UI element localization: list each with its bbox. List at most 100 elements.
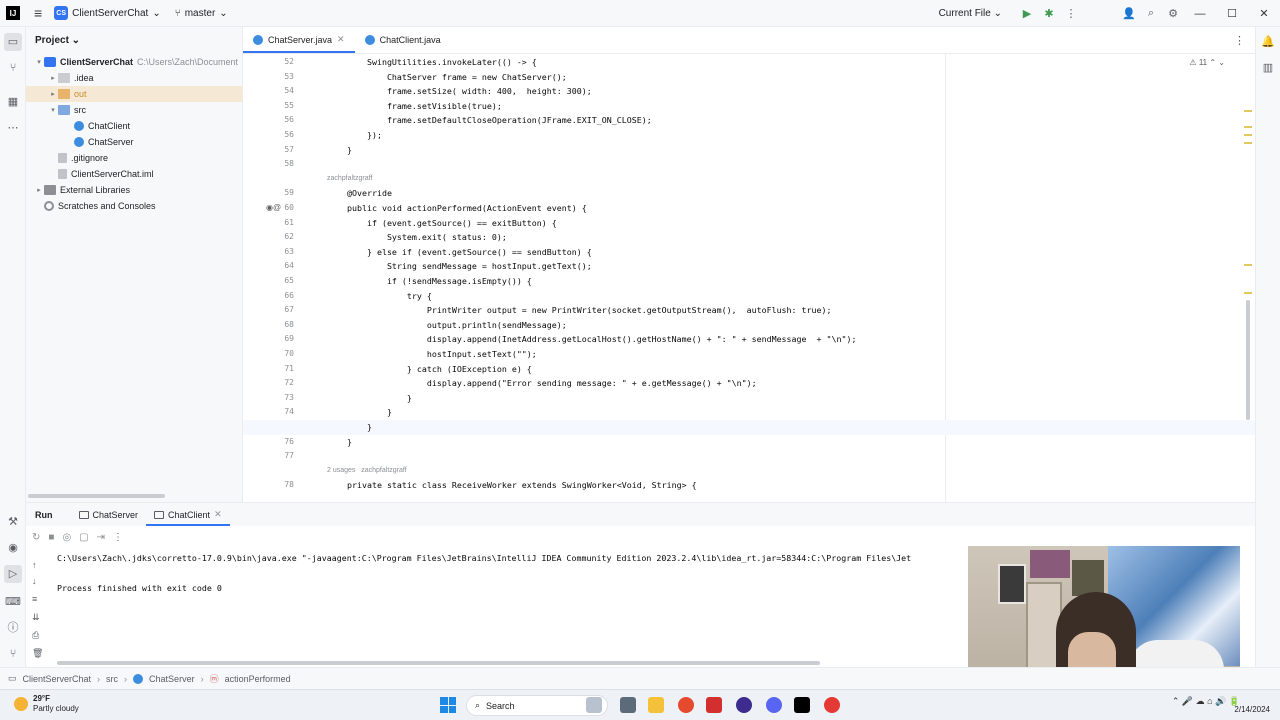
code-line[interactable]: display.append("Error sending message: "…: [327, 376, 757, 391]
run-tab-chatserver[interactable]: ChatServer: [71, 503, 147, 526]
line-number[interactable]: 74: [268, 405, 298, 420]
close-tab-icon[interactable]: ✕: [337, 34, 345, 45]
settings-gear-icon[interactable]: ⚙: [1162, 7, 1184, 20]
line-number[interactable]: 73: [268, 391, 298, 406]
git-icon[interactable]: ⑂: [4, 645, 22, 663]
code-line[interactable]: frame.setDefaultCloseOperation(JFrame.EX…: [327, 113, 652, 128]
line-number[interactable]: 52: [268, 55, 298, 70]
code-line[interactable]: if (!sendMessage.isEmpty()) {: [327, 274, 532, 289]
code-line[interactable]: public void actionPerformed(ActionEvent …: [327, 201, 587, 216]
tree-item-idea[interactable]: ▸ .idea: [26, 70, 242, 86]
main-menu-icon[interactable]: ≡: [34, 5, 42, 21]
warning-marker[interactable]: [1244, 110, 1252, 112]
tree-item-clientserverchat-iml[interactable]: ClientServerChat.iml: [26, 166, 242, 182]
console-horizontal-scrollbar[interactable]: [57, 661, 820, 665]
search-icon[interactable]: ⌕: [1140, 7, 1162, 20]
exit-icon[interactable]: ⇥: [97, 532, 105, 543]
app-icon[interactable]: [706, 697, 722, 713]
error-stripe[interactable]: [1242, 54, 1254, 502]
tree-item-chatserver[interactable]: ChatServer: [26, 134, 242, 150]
close-window-button[interactable]: ✕: [1248, 7, 1280, 20]
chevron-right-icon[interactable]: ▸: [48, 90, 58, 98]
terminal-icon[interactable]: ⌨: [4, 593, 22, 611]
run-tool-icon[interactable]: ▷: [4, 565, 22, 583]
line-number[interactable]: 69: [268, 332, 298, 347]
line-number[interactable]: 61: [268, 216, 298, 231]
vcs-branch-selector[interactable]: ⑂ master ⌄: [175, 8, 228, 19]
code-line[interactable]: if (event.getSource() == exitButton) {: [327, 216, 557, 231]
run-tab-chatclient[interactable]: ChatClient ✕: [146, 503, 230, 526]
code-line[interactable]: }: [327, 391, 412, 406]
breadcrumb-project[interactable]: ClientServerChat: [23, 674, 92, 684]
run-configuration-selector[interactable]: Current File ⌄: [939, 8, 1002, 19]
gradle-icon[interactable]: ▥: [1259, 59, 1277, 77]
more-actions-icon[interactable]: ⋮: [1060, 7, 1082, 20]
scroll-up-icon[interactable]: ↑: [32, 560, 37, 570]
project-horizontal-scrollbar[interactable]: [28, 494, 165, 498]
tab-chatclient-java[interactable]: ChatClient.java: [355, 26, 451, 53]
warning-marker[interactable]: [1244, 134, 1252, 136]
project-folder-icon[interactable]: ▭: [4, 33, 22, 51]
more-tools-icon[interactable]: ⋯: [4, 119, 22, 137]
more-options-icon[interactable]: ⋮: [113, 532, 123, 543]
scroll-down-icon[interactable]: ↓: [32, 576, 37, 586]
notifications-bell-icon[interactable]: 🔔: [1259, 33, 1277, 51]
scroll-to-end-icon[interactable]: ⇊: [32, 612, 40, 623]
line-number[interactable]: 78: [268, 478, 298, 493]
tab-chatserver-java[interactable]: ChatServer.java ✕: [243, 26, 355, 53]
code-line[interactable]: try {: [327, 289, 432, 304]
file-explorer-icon[interactable]: [648, 697, 664, 713]
author-inlay-hint[interactable]: zachpfaltzgraff: [327, 173, 372, 185]
rerun-icon[interactable]: ↻: [32, 532, 40, 543]
system-tray[interactable]: ⌃ 🎤 ☁ ⌂ 🔊 🔋: [1172, 696, 1240, 707]
code-line[interactable]: } else if (event.getSource() == sendButt…: [327, 245, 592, 260]
soft-wrap-icon[interactable]: ≡: [32, 594, 37, 604]
code-line[interactable]: }: [327, 405, 392, 420]
code-line[interactable]: ChatServer frame = new ChatServer();: [327, 70, 567, 85]
breadcrumb-method[interactable]: actionPerformed: [225, 674, 291, 684]
warning-marker[interactable]: [1244, 126, 1252, 128]
code-line[interactable]: hostInput.setText("");: [327, 347, 537, 362]
intellij-taskbar-icon[interactable]: [794, 697, 810, 713]
tree-item-out[interactable]: ▸ out: [26, 86, 242, 102]
warning-marker[interactable]: [1244, 142, 1252, 144]
chevron-right-icon[interactable]: ▸: [48, 74, 58, 82]
code-line[interactable]: output.println(sendMessage);: [327, 318, 567, 333]
commit-icon[interactable]: ⑂: [4, 59, 22, 77]
code-line[interactable]: System.exit( status: 0);: [327, 230, 507, 245]
code-line[interactable]: @Override: [327, 186, 392, 201]
minimize-button[interactable]: —: [1184, 8, 1216, 20]
override-gutter-icon[interactable]: ◉@: [266, 203, 281, 212]
tree-item-external-libraries[interactable]: ▸ External Libraries: [26, 182, 242, 198]
discord-icon[interactable]: [766, 697, 782, 713]
line-number[interactable]: 59: [268, 186, 298, 201]
line-number[interactable]: 58: [268, 157, 298, 172]
tab-options-icon[interactable]: ⋮: [1234, 34, 1245, 47]
code-line[interactable]: String sendMessage = hostInput.getText()…: [327, 259, 592, 274]
line-number[interactable]: 56: [268, 113, 298, 128]
line-number[interactable]: 56: [268, 128, 298, 143]
run-icon[interactable]: ▶: [1016, 7, 1038, 20]
line-number[interactable]: 64: [268, 259, 298, 274]
restore-layout-icon[interactable]: ▢: [79, 532, 88, 543]
print-icon[interactable]: ⎙: [32, 630, 39, 641]
tree-item-clientserverchat[interactable]: ▾ ClientServerChat C:\Users\Zach\Document: [26, 54, 242, 70]
line-number[interactable]: 66: [268, 289, 298, 304]
code-line[interactable]: frame.setVisible(true);: [327, 99, 502, 114]
maximize-button[interactable]: ☐: [1216, 7, 1248, 20]
taskbar-clock[interactable]: 2/14/2024: [1234, 695, 1270, 715]
code-line[interactable]: } catch (IOException e) {: [327, 362, 532, 377]
line-number[interactable]: 70: [268, 347, 298, 362]
code-editor[interactable]: ⚠ 11 ⌃ ⌄ 52 53 54 55 56 56 57 58 59 60 ◉@ 61 62 63 64 6…: [243, 54, 1255, 502]
line-number[interactable]: 67: [268, 303, 298, 318]
line-number[interactable]: 65: [268, 274, 298, 289]
line-number[interactable]: 68: [268, 318, 298, 333]
services-icon[interactable]: ◉: [4, 539, 22, 557]
breadcrumb-src[interactable]: src: [106, 674, 118, 684]
snapshot-icon[interactable]: ◎: [62, 532, 71, 543]
line-number[interactable]: 77: [268, 449, 298, 464]
tree-item-src[interactable]: ▾ src: [26, 102, 242, 118]
code-line[interactable]: }: [327, 420, 372, 435]
line-number[interactable]: 53: [268, 70, 298, 85]
weather-widget[interactable]: 29°F Partly cloudy: [14, 694, 79, 714]
